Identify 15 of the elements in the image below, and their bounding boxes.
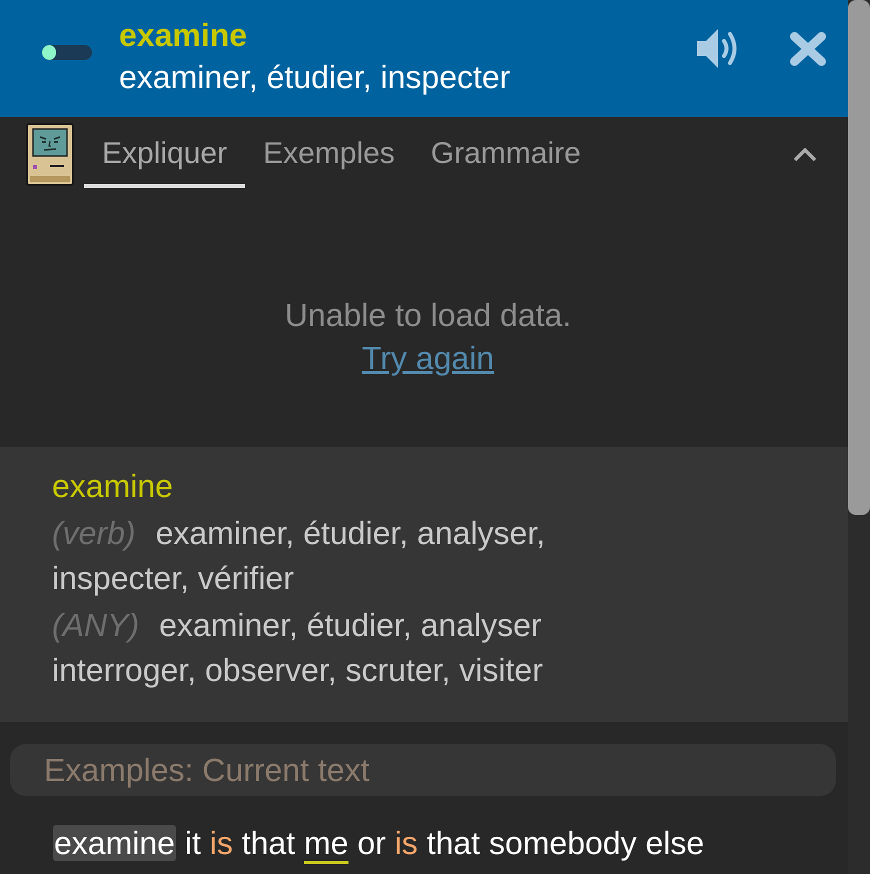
header-translation: examiner, étudier, inspecter <box>119 58 510 97</box>
examples-heading: Examples: Current text <box>10 744 836 796</box>
definition-sense: (ANY) examiner, étudier, analyser interroger, observer, scruter, visiter <box>52 606 544 690</box>
example-sentence: examine it is that me or is that somebody else <box>53 824 706 863</box>
header-word: examine <box>119 16 248 55</box>
chevron-up-icon[interactable] <box>793 148 817 162</box>
error-message: Unable to load data. <box>284 296 572 335</box>
tab[interactable]: Grammaire <box>412 122 599 188</box>
definition-word: examine <box>52 467 173 506</box>
try-again-link[interactable]: Try again <box>362 337 494 380</box>
computer-icon <box>26 123 74 186</box>
scrollbar-thumb[interactable] <box>848 0 870 515</box>
close-icon[interactable] <box>790 32 826 66</box>
tab[interactable]: Exemples <box>245 122 413 188</box>
tab[interactable]: Expliquer <box>84 122 246 188</box>
